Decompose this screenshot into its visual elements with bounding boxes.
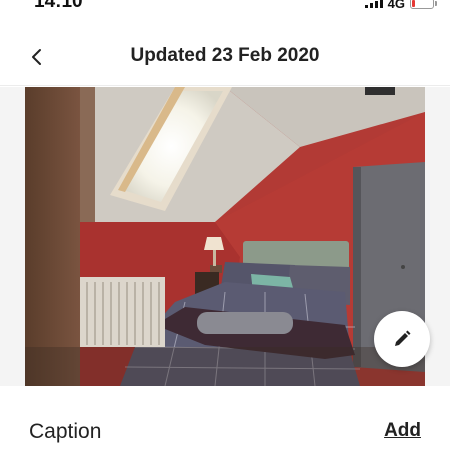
status-bar: 14:10 4G bbox=[0, 0, 450, 16]
network-type: 4G bbox=[387, 0, 405, 11]
edit-photo-button[interactable] bbox=[374, 311, 430, 367]
signal-strength-icon bbox=[364, 0, 383, 8]
caption-label: Caption bbox=[29, 420, 102, 443]
caption-row: Caption Add bbox=[0, 386, 450, 450]
add-caption-link[interactable]: Add bbox=[384, 420, 421, 442]
status-time: 14:10 bbox=[34, 0, 83, 12]
status-indicators: 4G bbox=[364, 0, 437, 11]
page-title: Updated 23 Feb 2020 bbox=[130, 45, 320, 66]
pencil-icon bbox=[395, 330, 411, 346]
header-bar: Updated 23 Feb 2020 bbox=[0, 28, 450, 86]
room-photo[interactable] bbox=[25, 87, 425, 386]
battery-icon bbox=[410, 0, 437, 9]
